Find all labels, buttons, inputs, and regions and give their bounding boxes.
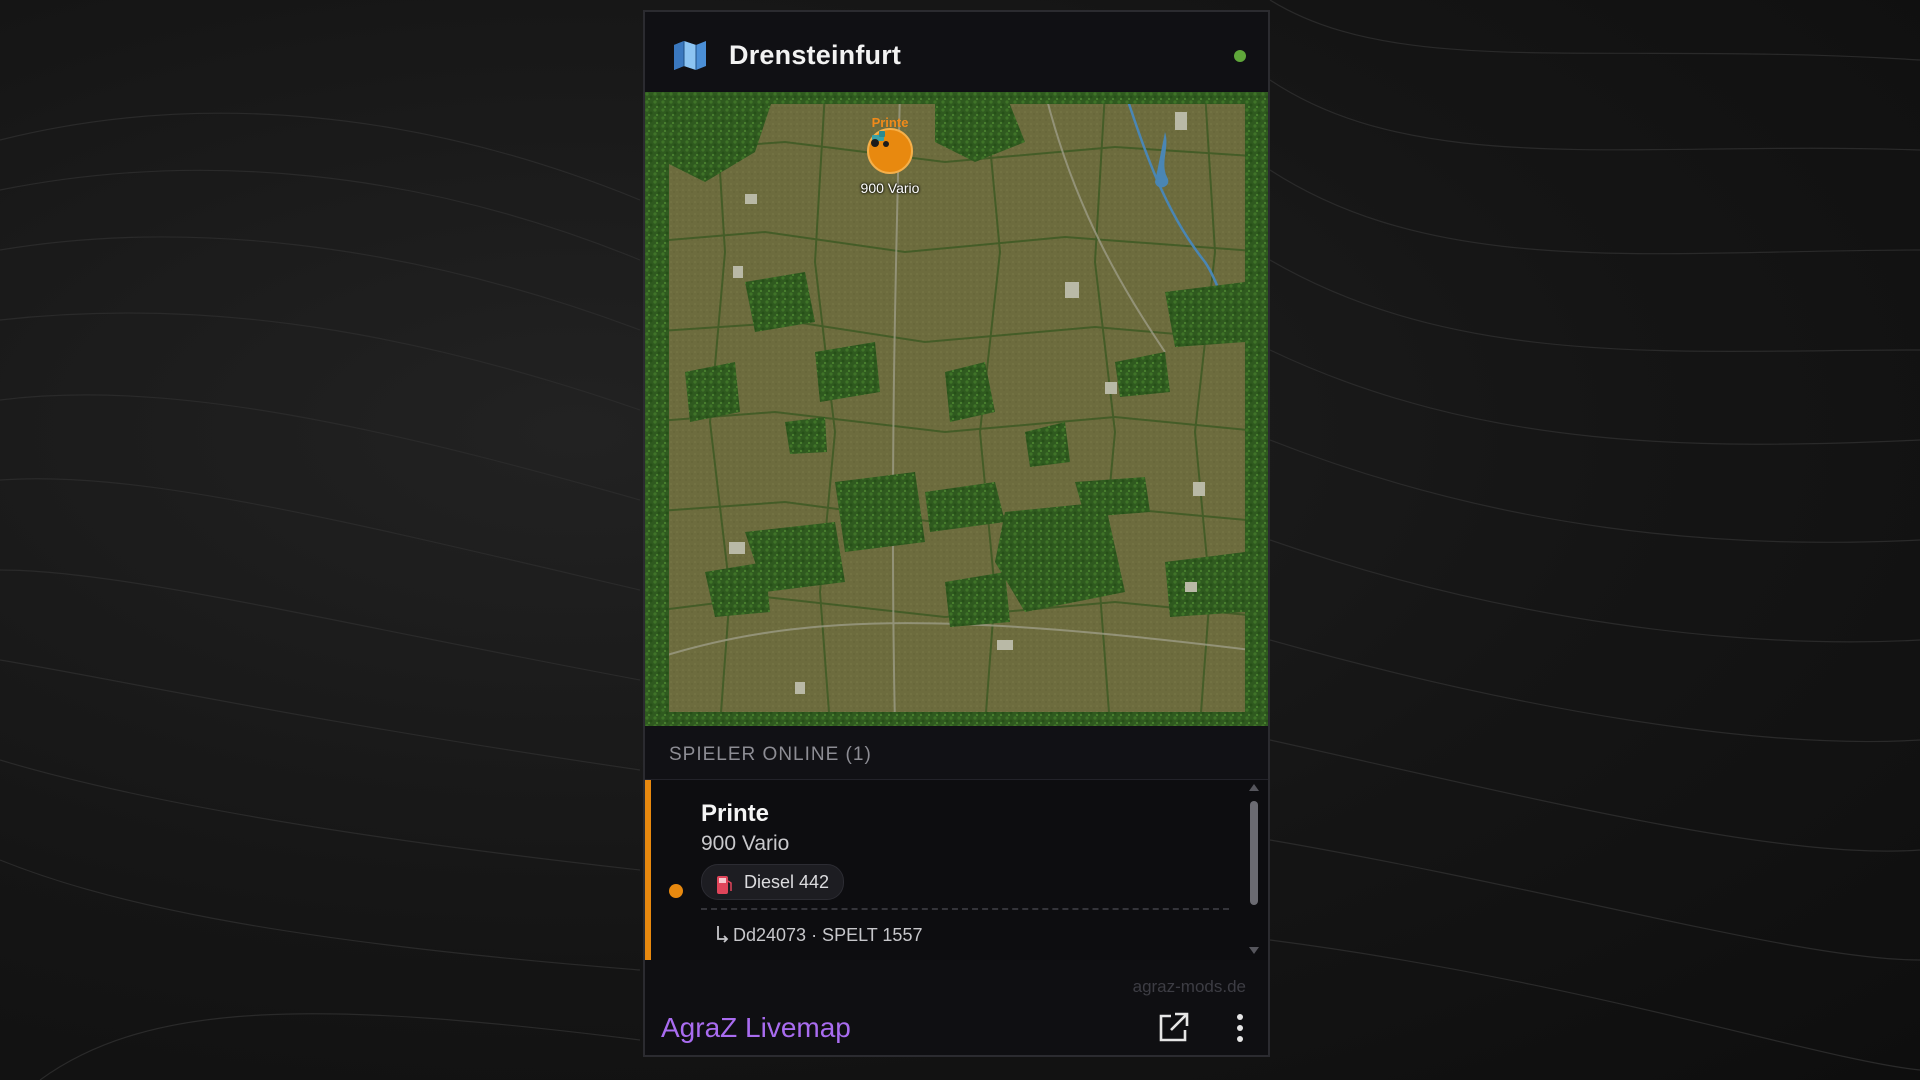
- more-options-button[interactable]: [1231, 1010, 1249, 1046]
- attachment-label: Dd24073 · SPELT 1557: [733, 925, 923, 945]
- widget-header: Drensteinfurt: [645, 12, 1268, 93]
- open-external-button[interactable]: [1155, 1010, 1191, 1046]
- marker-vehicle-label: 900 Vario: [860, 180, 920, 196]
- players-online-header: SPIELER ONLINE (1): [645, 726, 1268, 780]
- player-status-dot: [669, 884, 683, 898]
- scrollbar-thumb[interactable]: [1250, 801, 1258, 905]
- player-name: Printe: [701, 800, 770, 827]
- player-marker[interactable]: [867, 128, 913, 174]
- tractor-icon: [871, 131, 889, 147]
- map-icon: [672, 40, 708, 75]
- map-title: Drensteinfurt: [729, 40, 902, 70]
- more-vertical-icon: [1237, 1014, 1243, 1020]
- attachment-info: Dd24073 · SPELT 1557: [715, 925, 922, 946]
- scroll-up-icon[interactable]: [1249, 784, 1259, 791]
- card-divider: [701, 908, 1229, 910]
- map-terrain: [645, 92, 1268, 726]
- player-color-bar: [645, 780, 651, 960]
- online-status-dot: [1234, 50, 1246, 62]
- widget-footer: agraz-mods.de AgraZ Livemap: [645, 960, 1268, 1055]
- attachment-arrow-icon: [717, 926, 729, 943]
- brand-title: AgraZ Livemap: [661, 1012, 851, 1043]
- player-list-item[interactable]: Printe 900 Vario Diesel 442 Dd24073 · SP…: [645, 780, 1268, 960]
- scroll-down-icon[interactable]: [1249, 947, 1259, 954]
- fuel-pump-icon: [716, 872, 732, 906]
- players-online-label: SPIELER ONLINE (1): [669, 744, 872, 765]
- livemap-widget: Drensteinfurt Printe 900 Vario SPIELER O…: [643, 10, 1270, 1057]
- external-link-icon: [1159, 1012, 1189, 1042]
- livemap-canvas[interactable]: Printe 900 Vario: [645, 92, 1268, 726]
- fuel-label: Diesel 442: [744, 872, 830, 892]
- fuel-badge: Diesel 442: [701, 864, 845, 900]
- player-vehicle: 900 Vario: [701, 832, 790, 855]
- site-link[interactable]: agraz-mods.de: [1133, 977, 1246, 997]
- player-list-scrollbar[interactable]: [1248, 784, 1260, 954]
